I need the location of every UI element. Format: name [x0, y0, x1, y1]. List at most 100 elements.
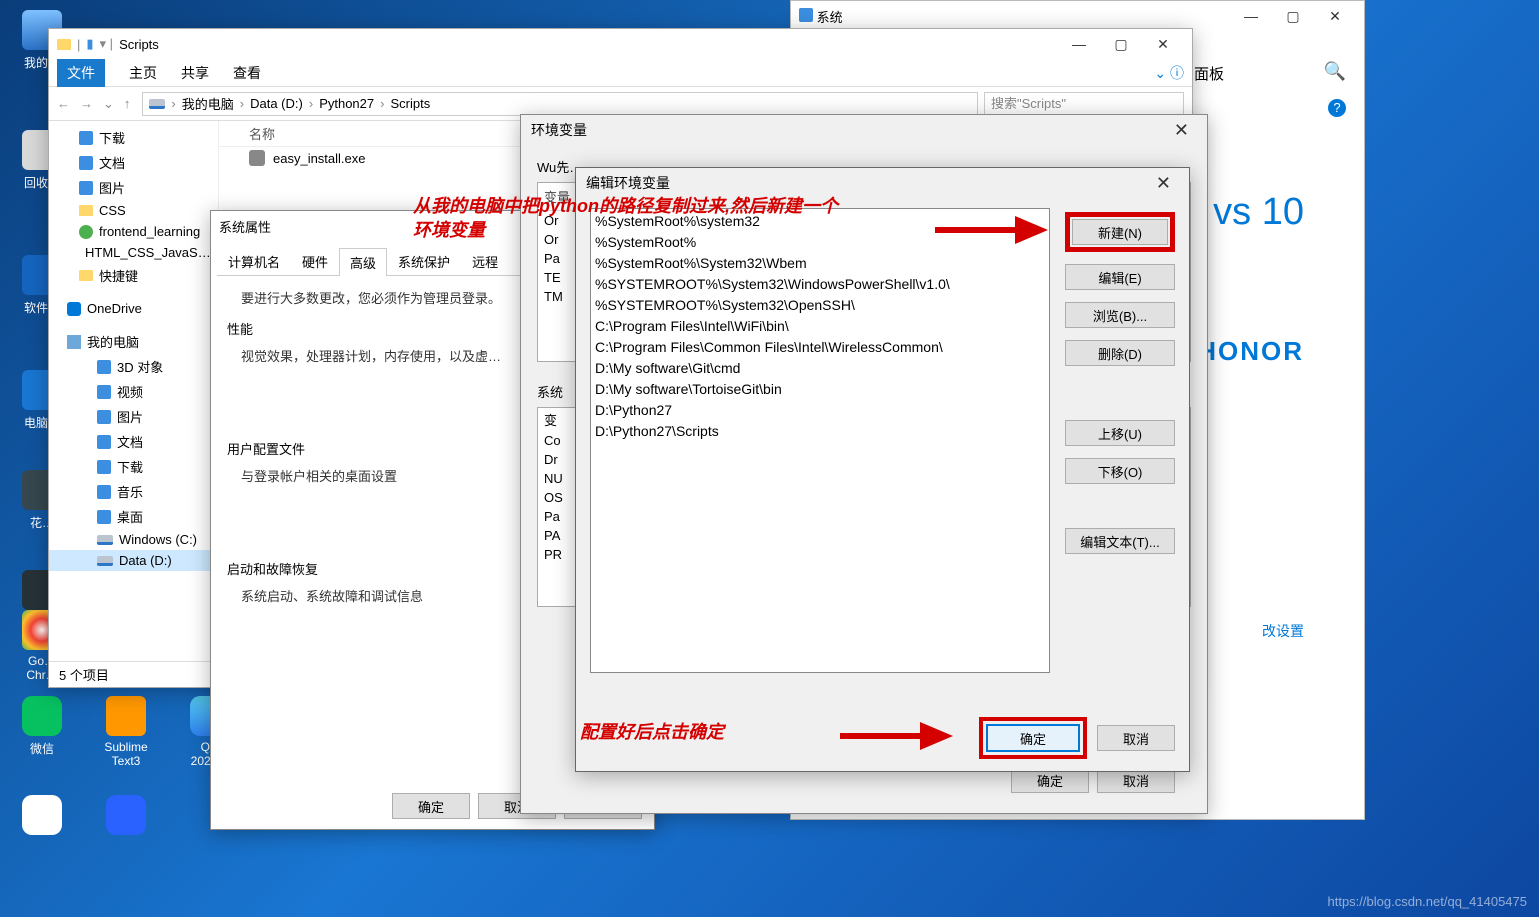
nav-item-cdrive[interactable]: Windows (C:) — [49, 529, 218, 550]
breadcrumb[interactable]: 我的电脑 — [182, 94, 234, 113]
ribbon-file[interactable]: 文件 — [57, 59, 105, 87]
objects-icon — [97, 360, 111, 374]
maximize-button[interactable]: ▢ — [1100, 29, 1142, 59]
delete-button[interactable]: 删除(D) — [1065, 340, 1175, 366]
tab-computer-name[interactable]: 计算机名 — [217, 247, 291, 275]
watermark: https://blog.csdn.net/qq_41405475 — [1328, 894, 1528, 909]
nav-recent-icon[interactable]: ⌄ — [103, 96, 114, 112]
desktop-icon[interactable]: 微信 — [12, 696, 72, 757]
nav-item-ddrive[interactable]: Data (D:) — [49, 550, 218, 571]
arrow-icon — [930, 210, 1050, 250]
path-list[interactable]: %SystemRoot%\system32 %SystemRoot% %Syst… — [590, 208, 1050, 673]
edit-text-button[interactable]: 编辑文本(T)... — [1065, 528, 1175, 554]
nav-item-htmlcss[interactable]: HTML_CSS_JavaS… — [49, 242, 218, 263]
nav-item-3dobjects[interactable]: 3D 对象 — [49, 354, 218, 379]
ribbon-home[interactable]: 主页 — [129, 63, 157, 83]
document-icon — [79, 156, 93, 170]
list-item[interactable]: %SYSTEMROOT%\System32\WindowsPowerShell\… — [595, 274, 1045, 295]
annotation-text: 环境变量 — [413, 216, 485, 242]
close-button[interactable]: ✕ — [1314, 1, 1356, 31]
list-item[interactable]: %SystemRoot%\System32\Wbem — [595, 253, 1045, 274]
list-item[interactable]: D:\My software\TortoiseGit\bin — [595, 379, 1045, 400]
nav-item-music[interactable]: 音乐 — [49, 479, 218, 504]
breadcrumb[interactable]: Python27 — [319, 96, 374, 111]
file-name: easy_install.exe — [273, 151, 366, 166]
ribbon-share[interactable]: 共享 — [181, 63, 209, 83]
new-button-highlight: 新建(N) — [1065, 212, 1175, 252]
move-down-button[interactable]: 下移(O) — [1065, 458, 1175, 484]
desktop-icon[interactable] — [12, 795, 72, 839]
desktop-icon — [97, 510, 111, 524]
change-settings-link[interactable]: 改设置 — [1262, 621, 1304, 641]
tab-remote[interactable]: 远程 — [461, 247, 509, 275]
picture-icon — [79, 181, 93, 195]
list-item[interactable]: %SYSTEMROOT%\System32\OpenSSH\ — [595, 295, 1045, 316]
folder-icon — [57, 39, 71, 50]
close-icon[interactable]: ✕ — [1166, 118, 1197, 143]
close-icon[interactable]: ✕ — [1148, 171, 1179, 196]
download-icon — [97, 460, 111, 474]
dialog-title: 系统属性 — [219, 217, 271, 236]
column-name[interactable]: 名称 — [249, 124, 275, 143]
ribbon-expand-icon[interactable]: ⌄ ⓘ — [1154, 63, 1184, 83]
control-panel-label: 面板 — [1194, 63, 1224, 84]
list-item[interactable]: D:\Python27 — [595, 400, 1045, 421]
nav-item-documents2[interactable]: 文档 — [49, 429, 218, 454]
list-item[interactable]: D:\My software\Git\cmd — [595, 358, 1045, 379]
nav-up-icon[interactable]: ↑ — [124, 96, 131, 112]
minimize-button[interactable]: — — [1058, 29, 1100, 59]
desktop-icon-label: 微信 — [12, 740, 72, 757]
exe-icon — [249, 150, 265, 166]
maximize-button[interactable]: ▢ — [1272, 1, 1314, 31]
ok-button[interactable]: 确定 — [392, 793, 470, 819]
desktop-icon[interactable]: Sublime Text3 — [96, 696, 156, 768]
pc-icon — [67, 335, 81, 349]
nav-item-onedrive[interactable]: OneDrive — [49, 298, 218, 319]
folder-icon — [79, 270, 93, 281]
list-item[interactable]: D:\Python27\Scripts — [595, 421, 1045, 442]
nav-item-thispc[interactable]: 我的电脑 — [49, 329, 218, 354]
tab-hardware[interactable]: 硬件 — [291, 247, 339, 275]
desktop-icon-label: Sublime Text3 — [96, 740, 156, 768]
tab-advanced[interactable]: 高级 — [339, 248, 387, 276]
nav-item-downloads[interactable]: 下载 — [49, 125, 218, 150]
nav-item-pictures2[interactable]: 图片 — [49, 404, 218, 429]
status-text: 5 个项目 — [59, 665, 109, 684]
window-title: Scripts — [119, 37, 159, 52]
ribbon-view[interactable]: 查看 — [233, 63, 261, 83]
ok-button[interactable]: 确定 — [987, 725, 1079, 751]
address-bar[interactable]: › 我的电脑› Data (D:)› Python27› Scripts — [142, 92, 978, 116]
nav-forward-icon[interactable]: → — [80, 96, 93, 112]
nav-item-frontend[interactable]: frontend_learning — [49, 221, 218, 242]
minimize-button[interactable]: — — [1230, 1, 1272, 31]
cancel-button[interactable]: 取消 — [1097, 725, 1175, 751]
music-icon — [97, 485, 111, 499]
search-input[interactable]: 搜索"Scripts" — [984, 92, 1184, 116]
nav-back-icon[interactable]: ← — [57, 96, 70, 112]
edit-button[interactable]: 编辑(E) — [1065, 264, 1175, 290]
folder-icon — [79, 225, 93, 239]
new-button[interactable]: 新建(N) — [1072, 219, 1168, 245]
move-up-button[interactable]: 上移(U) — [1065, 420, 1175, 446]
nav-item-videos[interactable]: 视频 — [49, 379, 218, 404]
tab-protection[interactable]: 系统保护 — [387, 247, 461, 275]
browse-button[interactable]: 浏览(B)... — [1065, 302, 1175, 328]
nav-item-css[interactable]: CSS — [49, 200, 218, 221]
breadcrumb[interactable]: Data (D:) — [250, 96, 303, 111]
desktop-icon[interactable] — [96, 795, 156, 839]
list-item[interactable]: C:\Program Files\Common Files\Intel\Wire… — [595, 337, 1045, 358]
breadcrumb[interactable]: Scripts — [390, 96, 430, 111]
windows-brand: vs 10 — [1213, 191, 1304, 234]
nav-item-desktop[interactable]: 桌面 — [49, 504, 218, 529]
nav-item-shortcuts[interactable]: 快捷键 — [49, 263, 218, 288]
arrow-icon — [835, 716, 955, 756]
nav-item-documents[interactable]: 文档 — [49, 150, 218, 175]
nav-item-downloads2[interactable]: 下载 — [49, 454, 218, 479]
nav-item-pictures[interactable]: 图片 — [49, 175, 218, 200]
search-icon[interactable]: 🔍 — [1324, 61, 1346, 82]
annotation-text: 配置好后点击确定 — [580, 718, 724, 744]
help-icon[interactable]: ? — [1328, 99, 1346, 117]
drive-icon — [97, 535, 113, 545]
list-item[interactable]: C:\Program Files\Intel\WiFi\bin\ — [595, 316, 1045, 337]
close-button[interactable]: ✕ — [1142, 29, 1184, 59]
